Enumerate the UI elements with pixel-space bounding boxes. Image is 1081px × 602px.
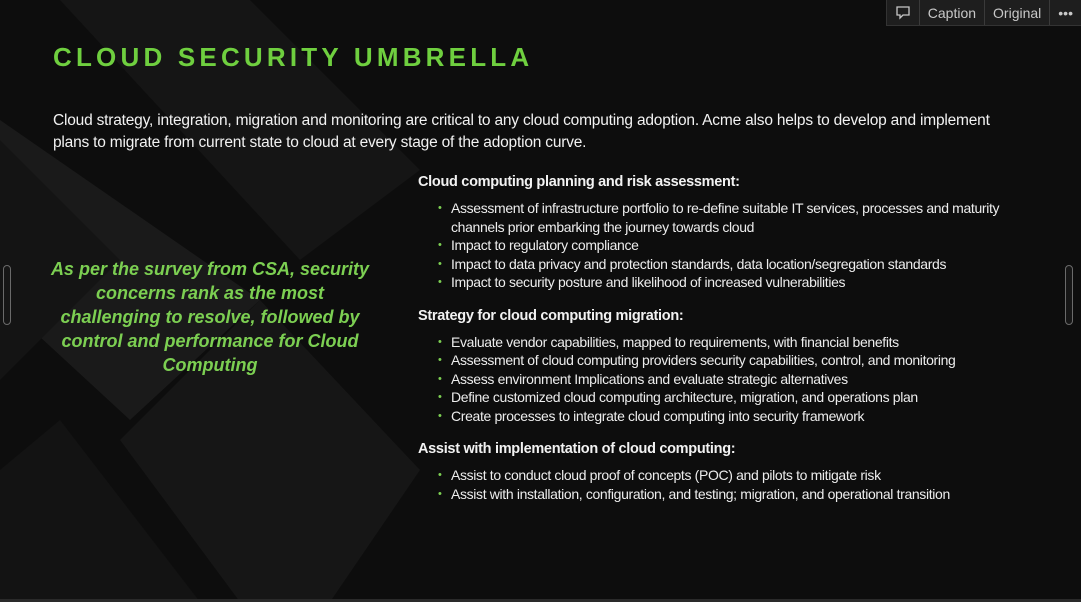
bullet-icon: • — [438, 409, 442, 422]
left-resize-handle[interactable] — [3, 265, 11, 325]
services-column: Cloud computing planning and risk assess… — [418, 172, 1038, 503]
list-item: • Define customized cloud computing archi… — [438, 388, 1038, 407]
viewer-toolbar: Caption Original ••• — [885, 0, 1081, 26]
list-item: • Impact to data privacy and protection s… — [438, 255, 1038, 274]
bullet-list: • Evaluate vendor capabilities, mapped to… — [418, 333, 1038, 426]
list-item: • Impact to security posture and likeliho… — [438, 273, 1038, 292]
more-icon: ••• — [1058, 4, 1073, 21]
list-item: • Assist with installation, configuration… — [438, 485, 1038, 504]
list-item-text: Assist with installation, configuration,… — [451, 485, 950, 502]
bullet-icon: • — [438, 391, 442, 403]
list-item-text: Create processes to integrate cloud comp… — [451, 407, 865, 424]
list-item-text: Impact to security posture and likelihoo… — [451, 274, 846, 290]
bullet-icon: • — [438, 202, 442, 214]
more-options-button[interactable]: ••• — [1049, 0, 1081, 25]
list-item: • Assist to conduct cloud proof of concep… — [438, 466, 1038, 485]
slide: CLOUD SECURITY UMBRELLA Cloud strategy, … — [0, 0, 1081, 602]
list-item-text: Assess environment Implications and eval… — [451, 370, 848, 387]
bullet-icon: • — [438, 372, 442, 385]
section-strategy: Strategy for cloud computing migration: … — [418, 306, 1038, 426]
list-item: • Impact to regulatory compliance — [438, 236, 1038, 255]
list-item-text: Impact to regulatory compliance — [451, 237, 639, 253]
bullet-icon: • — [438, 469, 442, 481]
section-heading: Assist with implementation of cloud comp… — [418, 441, 736, 457]
bullet-icon: • — [438, 487, 442, 500]
list-item-text: Assessment of cloud computing providers … — [451, 352, 956, 368]
comment-icon — [896, 6, 910, 20]
list-item: • Assessment of cloud computing providers… — [438, 351, 1038, 370]
list-item-text: Assessment of infrastructure portfolio t… — [451, 200, 1000, 235]
list-item-text: Evaluate vendor capabilities, mapped to … — [451, 333, 899, 350]
original-button[interactable]: Original — [984, 0, 1049, 25]
csa-survey-quote: As per the survey from CSA, security con… — [50, 259, 370, 375]
bullet-list: • Assessment of infrastructure portfolio … — [418, 199, 1038, 292]
list-item-text: Define customized cloud computing archit… — [451, 389, 918, 405]
list-item: • Create processes to integrate cloud com… — [438, 407, 1038, 426]
list-item-text: Assist to conduct cloud proof of concept… — [451, 467, 881, 483]
list-item-text: Impact to data privacy and protection st… — [451, 255, 947, 272]
section-planning: Cloud computing planning and risk assess… — [418, 172, 1038, 292]
bullet-icon: • — [438, 276, 442, 288]
slide-title: CLOUD SECURITY UMBRELLA — [53, 42, 534, 72]
bullet-icon: • — [438, 239, 442, 251]
intro-paragraph: Cloud strategy, integration, migration a… — [53, 112, 990, 151]
section-implementation: Assist with implementation of cloud comp… — [418, 439, 1038, 503]
right-scroll-handle[interactable] — [1065, 265, 1073, 325]
list-item: • Assessment of infrastructure portfolio … — [438, 199, 1038, 236]
list-item: • Evaluate vendor capabilities, mapped to… — [438, 333, 1038, 352]
list-item: • Assess environment Implications and eva… — [438, 370, 1038, 389]
section-heading: Strategy for cloud computing migration: — [418, 307, 684, 324]
comment-button[interactable] — [887, 0, 919, 25]
bullet-icon: • — [438, 354, 442, 366]
caption-button[interactable]: Caption — [918, 0, 984, 25]
section-heading: Cloud computing planning and risk assess… — [418, 174, 740, 190]
bullet-icon: • — [438, 335, 442, 348]
bullet-list: • Assist to conduct cloud proof of concep… — [418, 466, 1038, 503]
bullet-icon: • — [438, 257, 442, 270]
